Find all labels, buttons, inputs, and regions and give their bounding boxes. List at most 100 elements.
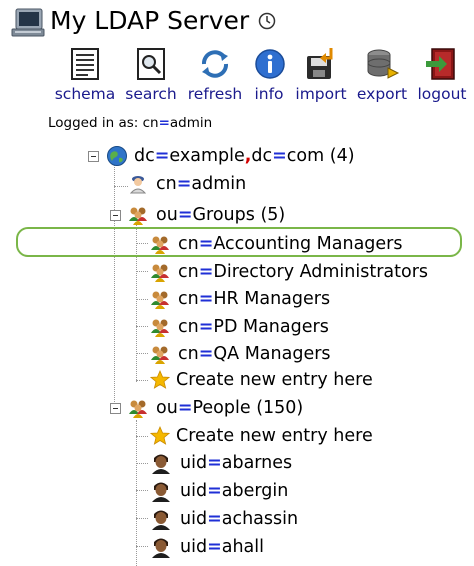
tree-node-label: cn=Accounting Managers — [178, 232, 403, 256]
equals-sign: = — [207, 537, 222, 557]
tree-root-label: dc=example,dc=com (4) — [134, 144, 355, 168]
tree-node-people[interactable]: ou=People (150) — [110, 396, 330, 420]
group-icon — [151, 291, 169, 309]
attr-value: achassin — [221, 509, 299, 529]
person-icon — [152, 482, 170, 502]
dc-value: example — [169, 146, 245, 166]
attr-name: ou — [156, 398, 178, 418]
search-button[interactable]: search — [124, 46, 178, 104]
login-value: admin — [169, 115, 213, 131]
equals-sign: = — [198, 234, 214, 254]
admin-user-icon — [129, 176, 147, 194]
child-count: (150) — [256, 398, 304, 418]
tree-line — [136, 463, 148, 464]
clock-icon[interactable] — [258, 12, 276, 30]
import-icon — [307, 48, 333, 79]
group-icon — [129, 400, 147, 418]
attr-value: Accounting Managers — [213, 234, 403, 254]
tree-node-label: cn=Directory Administrators — [178, 260, 428, 284]
tree-node-group[interactable]: cn=QA Managers — [150, 342, 370, 366]
tree-node-person[interactable]: uid=achassin — [150, 507, 320, 531]
tree-line — [136, 546, 148, 547]
tree-node-group[interactable]: cn=Accounting Managers — [150, 232, 440, 256]
dc-attr: dc — [251, 146, 273, 166]
equals-sign: = — [198, 317, 214, 337]
logout-button[interactable]: logout — [414, 46, 470, 104]
dc-value: com — [286, 146, 325, 166]
equals-sign: = — [158, 115, 170, 131]
group-icon — [151, 236, 169, 254]
search-label: search — [125, 85, 177, 103]
attr-name: uid — [180, 509, 208, 529]
child-count: (5) — [260, 205, 286, 225]
group-icon — [151, 264, 169, 282]
tree-node-label: cn=QA Managers — [178, 342, 331, 366]
import-label: import — [295, 85, 347, 103]
tree-line — [114, 165, 115, 410]
create-entry-link[interactable]: Create new entry here — [150, 368, 390, 392]
equals-sign: = — [198, 262, 214, 282]
equals-sign: = — [272, 146, 287, 166]
star-icon — [150, 426, 170, 445]
person-icon — [152, 510, 170, 530]
person-icon — [152, 454, 170, 474]
info-button[interactable]: info — [252, 46, 286, 104]
tree-root-node[interactable]: dc=example,dc=com (4) — [88, 144, 368, 168]
equals-sign: = — [207, 481, 222, 501]
tree-node-group[interactable]: cn=PD Managers — [150, 315, 370, 339]
attr-value: QA Managers — [213, 344, 331, 364]
group-icon — [129, 207, 147, 225]
tree-node-person[interactable]: uid=abergin — [150, 479, 310, 503]
refresh-button[interactable]: refresh — [186, 46, 244, 104]
tree-node-label: cn=PD Managers — [178, 315, 329, 339]
info-icon — [255, 49, 285, 79]
create-entry-label: Create new entry here — [176, 370, 373, 390]
tree-node-person[interactable]: uid=abarnes — [150, 451, 310, 475]
server-computer-icon — [11, 8, 45, 37]
tree-line — [136, 326, 148, 327]
tree-line — [114, 186, 128, 187]
tree-line — [136, 420, 137, 566]
attr-value: ahall — [221, 537, 264, 557]
export-button[interactable]: export — [356, 46, 408, 104]
collapse-toggle-icon[interactable] — [110, 403, 121, 414]
group-icon — [151, 319, 169, 337]
create-entry-label: Create new entry here — [176, 426, 373, 446]
attr-value: People — [192, 398, 251, 418]
schema-icon — [71, 48, 99, 80]
tree-line — [136, 353, 148, 354]
import-button[interactable]: import — [294, 46, 348, 104]
person-icon — [152, 538, 170, 558]
logout-label: logout — [417, 85, 467, 103]
equals-sign: = — [207, 453, 222, 473]
tree-node-groups[interactable]: ou=Groups (5) — [110, 203, 310, 227]
collapse-toggle-icon[interactable] — [110, 210, 121, 221]
tree-node-label: uid=achassin — [180, 507, 298, 531]
attr-value: admin — [191, 174, 247, 194]
tree-line — [136, 271, 148, 272]
equals-sign: = — [198, 344, 214, 364]
tree-node-group[interactable]: cn=Directory Administrators — [150, 260, 450, 284]
dc-attr: dc — [134, 146, 155, 166]
globe-icon — [107, 146, 127, 166]
attr-name: uid — [180, 537, 208, 557]
tree-line — [136, 243, 148, 244]
equals-sign: = — [198, 289, 214, 309]
collapse-toggle-icon[interactable] — [88, 151, 99, 162]
tree-line — [136, 490, 148, 491]
attr-value: PD Managers — [213, 317, 329, 337]
tree-node-admin[interactable]: cn=admin — [128, 172, 288, 196]
tree-node-person[interactable]: uid=ahall — [150, 535, 310, 559]
refresh-label: refresh — [187, 85, 243, 103]
login-attr: cn — [142, 115, 159, 131]
header: My LDAP Server — [0, 0, 474, 45]
schema-button[interactable]: schema — [54, 46, 116, 104]
attr-name: cn — [178, 344, 199, 364]
logout-door-icon — [426, 48, 455, 80]
tree-node-group[interactable]: cn=HR Managers — [150, 287, 370, 311]
tree-line — [136, 222, 137, 382]
create-entry-link[interactable]: Create new entry here — [150, 424, 390, 448]
attr-value: HR Managers — [213, 289, 331, 309]
export-icon — [367, 49, 400, 79]
tree-node-label: ou=Groups (5) — [156, 203, 285, 227]
